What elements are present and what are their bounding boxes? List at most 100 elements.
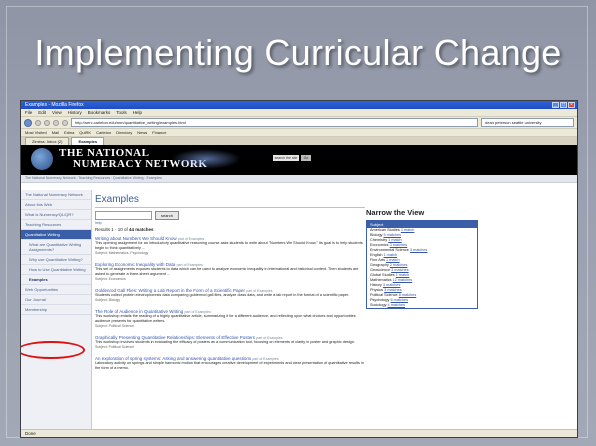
search-input[interactable]: dean peterson seattle university — [481, 118, 574, 127]
maximize-icon[interactable]: □ — [560, 102, 567, 108]
home-icon[interactable] — [62, 119, 68, 126]
divider — [95, 207, 365, 208]
subject-matches-link[interactable]: 3 matches — [383, 283, 401, 287]
page-title: Examples — [95, 194, 139, 205]
subject-matches-link[interactable]: 6 matches — [390, 298, 408, 302]
site-search-go-button[interactable]: Go — [301, 155, 311, 161]
sidebar-item[interactable]: The National Numeracy Network — [21, 190, 91, 200]
sidebar-item[interactable]: Quantitative Writing — [21, 230, 91, 240]
browser-tab[interactable]: Zimbra: Inbox (2) — [25, 137, 70, 145]
result-description: This opening assignment for an introduct… — [95, 241, 363, 250]
subject-matches-link[interactable]: 3 matches — [384, 288, 402, 292]
site-logo[interactable] — [31, 148, 53, 170]
subject-name: Global Studies — [370, 273, 395, 277]
result-subject: Subject: Political Science — [95, 324, 135, 328]
sidebar-item[interactable]: Membership — [21, 305, 91, 315]
subject-matches-link[interactable]: 2 matches — [390, 263, 408, 267]
subject-name: Psychology — [370, 298, 390, 302]
banner-graphic — [171, 149, 241, 169]
sidebar-item[interactable]: Examples — [21, 275, 91, 285]
subject-matches-link[interactable]: 3 matches — [391, 268, 409, 272]
menu-item-help[interactable]: Help — [133, 109, 142, 116]
examples-search: search — [95, 211, 365, 220]
results-prefix: Results 1 - 10 of — [95, 227, 128, 232]
menu-bar: File Edit View History Bookmarks Tools Help — [21, 109, 577, 117]
result-item: Graphically Presenting Quantitative Rela… — [95, 335, 365, 349]
bookmark-item[interactable]: Mail — [52, 129, 59, 136]
bookmark-item[interactable]: Directory — [116, 129, 132, 136]
subject-list: American Studies 1 match Biology 5 matche… — [367, 228, 477, 308]
subject-matches-link[interactable]: 1 match — [396, 273, 410, 277]
navigation-toolbar: http://serc.carleton.edu/nnn/quantitativ… — [21, 117, 577, 129]
reload-icon[interactable] — [44, 119, 50, 126]
bookmark-item[interactable]: Most Visited — [25, 129, 47, 136]
stop-icon[interactable] — [53, 119, 59, 126]
subject-matches-link[interactable]: 8 matches — [399, 293, 417, 297]
sidebar-item[interactable]: What are Quantitative Writing Assignment… — [21, 240, 91, 255]
slide-title: Implementing Curricular Change — [34, 32, 562, 73]
result-description: This set of assignments exposes students… — [95, 267, 359, 276]
menu-item-tools[interactable]: Tools — [116, 109, 127, 116]
back-icon[interactable] — [24, 118, 32, 127]
result-subject: Subject: Mathematics, Psychology — [95, 251, 149, 255]
window-titlebar: Examples - Mozilla Firefox _ □ × — [21, 101, 577, 109]
highlight-oval — [21, 341, 85, 359]
menu-item-edit[interactable]: Edit — [38, 109, 46, 116]
site-search-input[interactable]: search the site — [273, 155, 299, 161]
subject-matches-link[interactable]: 1 match — [401, 228, 415, 232]
subject-matches-link[interactable]: 4 matches — [388, 303, 406, 307]
browser-tab[interactable]: Examples — [71, 137, 105, 145]
subject-item: Sociology 4 matches — [367, 303, 477, 308]
results-count: 44 matches — [129, 227, 154, 232]
subject-facet-heading: Subject — [367, 221, 477, 228]
results-list: Writing about Numbers We Should Know par… — [95, 236, 365, 371]
examples-search-button[interactable]: search — [155, 211, 179, 220]
subject-facet: Subject American Studies 1 match Biology … — [366, 220, 478, 309]
close-icon[interactable]: × — [568, 102, 575, 108]
bookmark-item[interactable]: Carleton — [96, 129, 111, 136]
sidebar-item[interactable]: How to Use Quantitative Writing — [21, 265, 91, 275]
subject-name: Geoscience — [370, 268, 391, 272]
forward-icon[interactable] — [35, 119, 41, 126]
sidebar-item[interactable]: Why use Quantitative Writing? — [21, 255, 91, 265]
subject-name: American Studies — [370, 228, 400, 232]
subject-matches-link[interactable]: 12 matches — [393, 278, 413, 282]
window-controls: _ □ × — [552, 102, 575, 108]
menu-item-bookmarks[interactable]: Bookmarks — [88, 109, 111, 116]
bookmark-item[interactable]: News — [137, 129, 147, 136]
status-bar: Done — [21, 429, 577, 437]
sidebar-item[interactable]: Teaching Resources — [21, 220, 91, 230]
tab-strip: Zimbra: Inbox (2) Examples — [21, 137, 577, 145]
result-description: This workshop entails the reading of a h… — [95, 314, 356, 323]
subject-matches-link[interactable]: 1 match — [386, 258, 400, 262]
breadcrumb[interactable]: The National Numeracy Network : Teaching… — [21, 175, 577, 183]
menu-item-file[interactable]: File — [25, 109, 32, 116]
site-header: THE NATIONAL NUMERACY NETWORK search the… — [21, 145, 577, 175]
sidebar-item[interactable]: What is Numeracy/QL/QR? — [21, 210, 91, 220]
bookmark-item[interactable]: Edina — [64, 129, 74, 136]
bookmark-item[interactable]: QuiRK — [79, 129, 91, 136]
url-bar[interactable]: http://serc.carleton.edu/nnn/quantitativ… — [71, 118, 478, 127]
help-link[interactable]: help — [95, 221, 365, 225]
bookmarks-bar: Most Visited Mail Edina QuiRK Carleton Direct… — [21, 129, 577, 137]
result-item: Writing about Numbers We Should Know par… — [95, 236, 365, 255]
subject-matches-link[interactable]: 3 matches — [410, 248, 428, 252]
sidebar-item[interactable]: About this Web — [21, 200, 91, 210]
site-search: search the site Go — [273, 155, 311, 161]
subject-name: Environmental Science — [370, 248, 409, 252]
subject-name: Geography — [370, 263, 389, 267]
narrow-the-view: Narrow the View Subject American Studies… — [366, 208, 516, 309]
result-subject: Subject: Political Science — [95, 345, 135, 349]
minimize-icon[interactable]: _ — [552, 102, 559, 108]
subject-name: Physics — [370, 288, 384, 292]
subject-matches-link[interactable]: 1 match — [388, 238, 402, 242]
sidebar-item[interactable]: Web Opportunities — [21, 285, 91, 295]
subject-matches-link[interactable]: 1 match — [384, 253, 398, 257]
menu-item-view[interactable]: View — [52, 109, 62, 116]
subject-matches-link[interactable]: 5 matches — [384, 233, 402, 237]
menu-item-history[interactable]: History — [68, 109, 82, 116]
examples-search-input[interactable] — [95, 211, 152, 220]
sidebar-item[interactable]: Our Journal — [21, 295, 91, 305]
subject-matches-link[interactable]: 3 matches — [390, 243, 408, 247]
bookmark-item[interactable]: Finance — [152, 129, 166, 136]
